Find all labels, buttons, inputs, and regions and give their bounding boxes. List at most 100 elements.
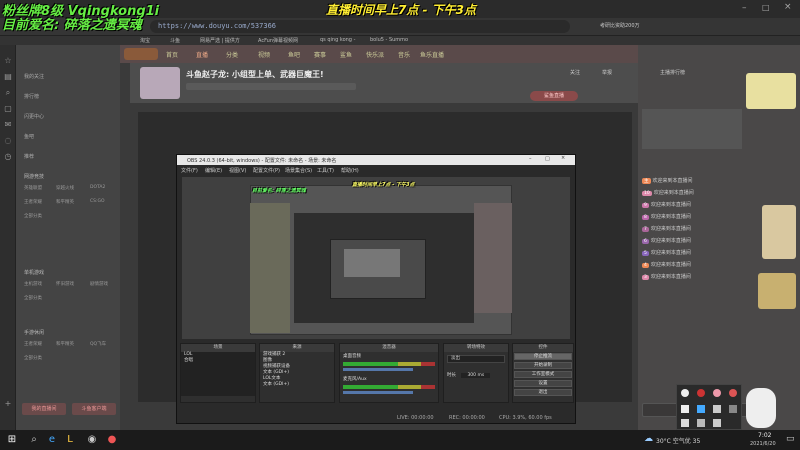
sidebar-item-follow[interactable]: 我的关注 bbox=[24, 73, 44, 80]
bookmark-item[interactable]: AcFun弹幕视频网 bbox=[258, 37, 298, 44]
edge-browser-icon[interactable]: e bbox=[46, 434, 58, 446]
clock-date[interactable]: 2021/6/20 bbox=[750, 441, 776, 447]
tray-app-icon[interactable] bbox=[713, 419, 721, 427]
nav-yuba[interactable]: 鱼吧 bbox=[288, 50, 300, 59]
bookmark-item[interactable]: 斗鱼 bbox=[170, 37, 180, 44]
follow-button[interactable]: 关注 bbox=[570, 69, 580, 76]
gift-button[interactable]: 鲨鱼直播 bbox=[530, 91, 578, 101]
nav-category[interactable]: 分类 bbox=[226, 50, 238, 59]
sidebar-category[interactable]: CS:GO bbox=[90, 199, 105, 204]
nav-live[interactable]: 直播 bbox=[196, 50, 208, 59]
sidebar-category[interactable]: 全部分类 bbox=[24, 213, 42, 219]
nav-video[interactable]: 视频 bbox=[258, 50, 270, 59]
sidebar-item-rank[interactable]: 排行榜 bbox=[24, 93, 39, 100]
sidebar-category[interactable]: 和平精英 bbox=[56, 341, 74, 347]
my-room-button[interactable]: 我的直播间 bbox=[22, 403, 66, 415]
search-icon[interactable]: ⌕ bbox=[4, 89, 12, 97]
sidebar-category[interactable]: 穿越火线 bbox=[56, 185, 74, 191]
obs-menu-profile[interactable]: 配置文件(P) bbox=[253, 167, 280, 174]
tray-app-icon[interactable] bbox=[697, 405, 705, 413]
report-button[interactable]: 举报 bbox=[602, 69, 612, 76]
sidebar-item-center[interactable]: 闪更中心 bbox=[24, 113, 44, 120]
weather-text[interactable]: 30°C 空气优 35 bbox=[656, 436, 700, 445]
bookmark-item[interactable]: bolu5 - Summo bbox=[370, 37, 408, 43]
tray-app-icon[interactable] bbox=[697, 389, 705, 397]
nav-home[interactable]: 首页 bbox=[166, 50, 178, 59]
sidebar-item-yuba[interactable]: 鱼吧 bbox=[24, 133, 34, 140]
exit-button[interactable]: 退出 bbox=[514, 389, 572, 396]
window-maximize-icon[interactable]: □ bbox=[762, 3, 770, 12]
mail-icon[interactable]: ✉ bbox=[4, 121, 12, 129]
sidebar-category[interactable]: 怀旧游戏 bbox=[56, 281, 74, 287]
obs-menu-scenes[interactable]: 场景集合(S) bbox=[285, 167, 312, 174]
studio-mode-button[interactable]: 工作室模式 bbox=[514, 371, 572, 378]
obs-menu-edit[interactable]: 编辑(E) bbox=[205, 167, 222, 174]
nav-happy[interactable]: 快乐派 bbox=[366, 50, 384, 59]
sidebar-category[interactable]: 剧情游戏 bbox=[90, 281, 108, 287]
sidebar-item-recommend[interactable]: 推荐 bbox=[24, 153, 34, 160]
nav-event[interactable]: 赛事 bbox=[314, 50, 326, 59]
window-close-icon[interactable]: × bbox=[784, 2, 792, 12]
url-input[interactable]: https://www.douyu.com/537366 bbox=[150, 20, 570, 33]
sidebar-category[interactable]: 全部分类 bbox=[24, 355, 42, 361]
nav-shark[interactable]: 鲨鱼 bbox=[340, 50, 352, 59]
plus-icon[interactable]: + bbox=[4, 400, 12, 408]
obs-menu-file[interactable]: 文件(F) bbox=[181, 167, 198, 174]
book-icon[interactable]: ▤ bbox=[4, 73, 12, 81]
sidebar-category[interactable]: 主机游戏 bbox=[24, 281, 42, 287]
bookmark-item[interactable]: 淘宝 bbox=[140, 37, 150, 44]
tray-app-icon[interactable] bbox=[697, 419, 705, 427]
avatar[interactable] bbox=[140, 67, 180, 99]
clock-icon[interactable]: ◷ bbox=[4, 153, 12, 161]
transition-select[interactable]: 淡出 bbox=[447, 355, 505, 363]
tray-app-icon[interactable] bbox=[681, 419, 689, 427]
obs-maximize-icon[interactable]: □ bbox=[545, 156, 550, 162]
document-icon[interactable]: ▢ bbox=[4, 105, 12, 113]
window-minimize-icon[interactable]: – bbox=[742, 3, 747, 13]
windows-start-icon[interactable]: ⊞ bbox=[6, 434, 18, 446]
nav-entertain[interactable]: 鱼乐直播 bbox=[420, 50, 444, 59]
tray-app-icon[interactable] bbox=[729, 389, 737, 397]
sidebar-category[interactable]: 英雄联盟 bbox=[24, 185, 42, 191]
sidebar-category[interactable]: 王者荣耀 bbox=[24, 341, 42, 347]
obs-menu-view[interactable]: 视图(V) bbox=[229, 167, 246, 174]
chat-side-ad bbox=[758, 273, 796, 309]
notification-icon[interactable]: ▭ bbox=[786, 434, 795, 444]
mixer-volume-slider[interactable] bbox=[343, 391, 413, 394]
app-icon[interactable]: ● bbox=[106, 434, 118, 446]
start-recording-button[interactable]: 开始录制 bbox=[514, 362, 572, 369]
search-hint[interactable]: 考研比资助200万 bbox=[600, 22, 640, 29]
bookmark-item[interactable]: qs qing kong - bbox=[320, 37, 355, 43]
duration-input[interactable]: 300 ms bbox=[461, 373, 491, 378]
search-icon[interactable]: ⌕ bbox=[28, 434, 40, 446]
sidebar-category[interactable]: 全部分类 bbox=[24, 295, 42, 301]
mixer-volume-slider[interactable] bbox=[343, 368, 413, 371]
bookmarks-bar: 淘宝 斗鱼 网易严选 | 提供方 AcFun弹幕视频网 qs qing kong… bbox=[0, 36, 800, 45]
obs-icon[interactable]: ◉ bbox=[86, 434, 98, 446]
tray-app-icon[interactable] bbox=[729, 405, 737, 413]
obs-preview[interactable]: 直播时间早上7点 - 下午3点 目前爱名: 碎落之遗冥魂 bbox=[182, 177, 570, 339]
sidebar-category[interactable]: QQ飞车 bbox=[90, 341, 106, 347]
tray-app-icon[interactable] bbox=[681, 389, 689, 397]
douyu-logo[interactable] bbox=[124, 48, 158, 60]
client-button[interactable]: 斗鱼客户端 bbox=[72, 403, 116, 415]
nav-music[interactable]: 音乐 bbox=[398, 50, 410, 59]
star-icon[interactable]: ☆ bbox=[4, 57, 12, 65]
clock-time[interactable]: 7:02 bbox=[758, 432, 771, 439]
obs-menu-tools[interactable]: 工具(T) bbox=[317, 167, 334, 174]
chat-icon[interactable]: ◌ bbox=[4, 137, 12, 145]
obs-close-icon[interactable]: × bbox=[561, 155, 565, 161]
sidebar-category[interactable]: DOTA2 bbox=[90, 185, 105, 190]
tray-app-icon[interactable] bbox=[681, 405, 689, 413]
app-icon[interactable]: L bbox=[64, 434, 76, 446]
sidebar-category[interactable]: 王者荣耀 bbox=[24, 199, 42, 205]
stop-streaming-button[interactable]: 停止推流 bbox=[514, 353, 572, 360]
settings-button[interactable]: 设置 bbox=[514, 380, 572, 387]
tray-app-icon[interactable] bbox=[713, 389, 721, 397]
sidebar-category[interactable]: 和平精英 bbox=[56, 199, 74, 205]
obs-menu-help[interactable]: 帮助(H) bbox=[341, 167, 359, 174]
obs-minimize-icon[interactable]: – bbox=[529, 156, 532, 162]
tray-app-icon[interactable] bbox=[713, 405, 721, 413]
bookmark-item[interactable]: 网易严选 | 提供方 bbox=[200, 37, 240, 44]
source-item[interactable]: 文本 (GDI+) bbox=[260, 382, 334, 388]
